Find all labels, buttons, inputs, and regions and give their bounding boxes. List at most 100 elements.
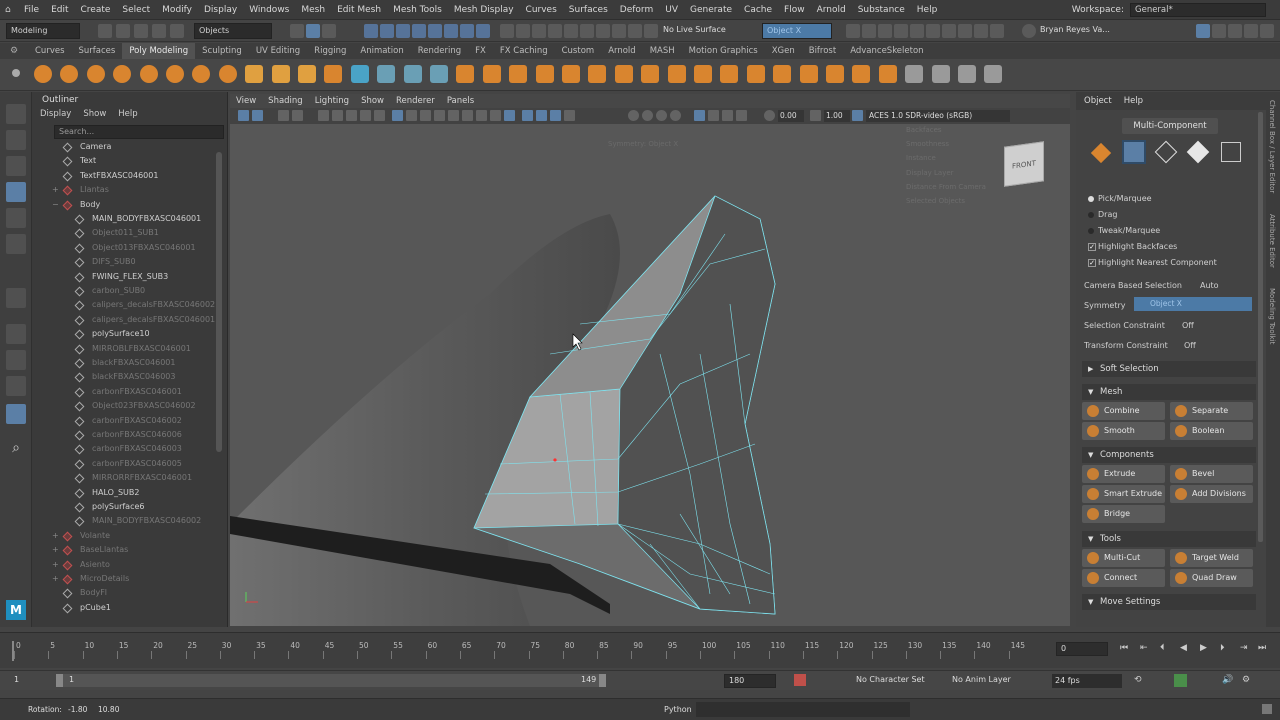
- ipr-icon[interactable]: [878, 24, 892, 38]
- go-to-start-icon[interactable]: ⏮: [1120, 643, 1128, 653]
- open-scene-icon[interactable]: [116, 24, 130, 38]
- outliner-item[interactable]: HALO_SUB2: [52, 486, 232, 500]
- textured-icon[interactable]: [448, 110, 459, 121]
- outliner-item[interactable]: + Volante: [52, 529, 232, 543]
- connect-button[interactable]: Connect: [1082, 569, 1165, 587]
- light-editor-icon[interactable]: [926, 24, 940, 38]
- expand-toggle-icon[interactable]: +: [52, 558, 60, 572]
- home-icon[interactable]: ⌂: [0, 5, 18, 15]
- range-handle-end[interactable]: [599, 674, 606, 687]
- play-forward-icon[interactable]: ▶: [1200, 643, 1207, 653]
- lock-icon[interactable]: [500, 24, 514, 38]
- toggle-panel-icon[interactable]: [1196, 24, 1210, 38]
- viewport-panel[interactable]: View Shading Lighting Show Renderer Panels: [230, 94, 1070, 626]
- menu-uv[interactable]: UV: [659, 5, 684, 15]
- viewport-menu-show[interactable]: Show: [361, 96, 384, 106]
- shelf-tool-icon[interactable]: [324, 65, 343, 83]
- target-weld-button[interactable]: Target Weld: [1170, 549, 1253, 567]
- shelf-tool-icon[interactable]: [562, 65, 580, 83]
- smooth-button[interactable]: Smooth: [1082, 422, 1165, 440]
- add-divisions-button[interactable]: Add Divisions: [1170, 485, 1253, 503]
- menu-substance[interactable]: Substance: [852, 5, 911, 15]
- gamma-field[interactable]: 1.00: [824, 110, 850, 122]
- fps-dropdown[interactable]: 24 fps: [1052, 674, 1122, 688]
- render-frame-icon[interactable]: [862, 24, 876, 38]
- shelf-tool-icon[interactable]: [931, 65, 950, 83]
- view-transform-dropdown[interactable]: ACES 1.0 SDR-video (sRGB): [866, 110, 1010, 122]
- snap-point-icon[interactable]: [396, 24, 410, 38]
- snap-pivot-icon[interactable]: [476, 24, 490, 38]
- four-view-layout-icon[interactable]: [6, 350, 26, 370]
- cache-icon[interactable]: [1174, 674, 1187, 687]
- select-tool-icon[interactable]: [6, 104, 26, 124]
- separate-button[interactable]: Separate: [1170, 402, 1253, 420]
- render-settings-icon[interactable]: [894, 24, 908, 38]
- snap-view-icon[interactable]: [412, 24, 426, 38]
- toolkit-menu-help[interactable]: Help: [1124, 96, 1143, 106]
- shelf-tool-icon[interactable]: [482, 65, 501, 83]
- selection-constraint-value[interactable]: Off: [1182, 321, 1194, 330]
- outliner-item[interactable]: blackFBXASC046003: [52, 370, 232, 384]
- move-settings-section[interactable]: ▼ Move Settings: [1082, 594, 1256, 610]
- bridge-button[interactable]: Bridge: [1082, 505, 1165, 523]
- outliner-item[interactable]: carbonFBXASC046003: [52, 442, 232, 456]
- outliner-menu-display[interactable]: Display: [40, 109, 71, 119]
- single-perspective-layout-icon[interactable]: [6, 324, 26, 344]
- step-back-frame-icon[interactable]: ⏴: [1160, 643, 1165, 653]
- shelf-tool-icon[interactable]: [641, 65, 660, 83]
- outliner-item[interactable]: MAIN_BODYFBXASC046001: [52, 212, 232, 226]
- camera-attr-icon[interactable]: [252, 110, 263, 121]
- outliner-item[interactable]: + MicroDetails: [52, 572, 232, 586]
- arnold-render-icon[interactable]: [942, 24, 956, 38]
- depth-of-field-icon[interactable]: [628, 110, 639, 121]
- viewport-menu-view[interactable]: View: [236, 96, 256, 106]
- checkbox-icon[interactable]: ✓: [1088, 259, 1096, 267]
- shelf-tab-arnold[interactable]: Arnold: [601, 43, 643, 59]
- shelf-tool-icon[interactable]: [245, 65, 264, 83]
- mesh-section[interactable]: ▼ Mesh: [1082, 384, 1256, 400]
- radio-selected-icon[interactable]: [1088, 196, 1094, 202]
- save-scene-icon[interactable]: [134, 24, 148, 38]
- face-mode-icon[interactable]: [1186, 140, 1210, 164]
- image-plane-icon[interactable]: [292, 110, 303, 121]
- outliner-item[interactable]: FWING_FLEX_SUB3: [52, 270, 232, 284]
- resolution-gate-icon[interactable]: [374, 110, 385, 121]
- outliner-scrollbar[interactable]: [216, 152, 222, 452]
- shelf-tool-icon[interactable]: [509, 65, 528, 83]
- 2d-pan-icon[interactable]: [318, 110, 329, 121]
- shelf-tool-icon[interactable]: [958, 65, 976, 83]
- extrude-button[interactable]: Extrude: [1082, 465, 1165, 483]
- outliner-item[interactable]: calipers_decalsFBXASC046002: [52, 298, 232, 312]
- hypershade-icon[interactable]: [910, 24, 924, 38]
- shelf-tool-icon[interactable]: [905, 65, 924, 83]
- isolate-view-icon[interactable]: [694, 110, 705, 121]
- radio-icon[interactable]: [1088, 212, 1094, 218]
- last-tool-icon[interactable]: [6, 288, 26, 308]
- shelf-gear-icon[interactable]: ⚙: [0, 46, 28, 56]
- grease-pencil-icon[interactable]: [332, 110, 343, 121]
- shelf-tool-icon[interactable]: [984, 65, 1003, 83]
- select-component-icon[interactable]: [322, 24, 336, 38]
- script-editor-icon[interactable]: [1262, 704, 1272, 714]
- xray-components-icon[interactable]: [550, 110, 561, 121]
- toolkit-scrollbar[interactable]: [1258, 112, 1263, 542]
- selection-mode-dropdown[interactable]: Objects: [194, 23, 272, 39]
- toggle-channel-icon[interactable]: [1244, 24, 1258, 38]
- toolkit-menu-object[interactable]: Object: [1084, 96, 1112, 106]
- hud-icon[interactable]: [708, 110, 719, 121]
- select-object-icon[interactable]: [306, 24, 320, 38]
- shelf-tool-icon[interactable]: [139, 65, 158, 83]
- range-handle-start[interactable]: [56, 674, 63, 687]
- viewport-menu-renderer[interactable]: Renderer: [396, 96, 435, 106]
- checkbox-icon[interactable]: ✓: [1088, 243, 1096, 251]
- exposure-icon[interactable]: [764, 110, 775, 121]
- history-icon[interactable]: [548, 24, 562, 38]
- step-back-key-icon[interactable]: ⇤: [1140, 643, 1148, 653]
- shelf-tool-icon[interactable]: [271, 65, 290, 83]
- shelf-tool-icon[interactable]: [350, 65, 369, 83]
- outliner-item[interactable]: carbonFBXASC046005: [52, 457, 232, 471]
- shelf-tab-fx-caching[interactable]: FX Caching: [493, 43, 555, 59]
- outliner-item[interactable]: carbonFBXASC046002: [52, 414, 232, 428]
- sound-icon[interactable]: 🔊: [1222, 675, 1233, 685]
- smart-extrude-button[interactable]: Smart Extrude: [1082, 485, 1165, 503]
